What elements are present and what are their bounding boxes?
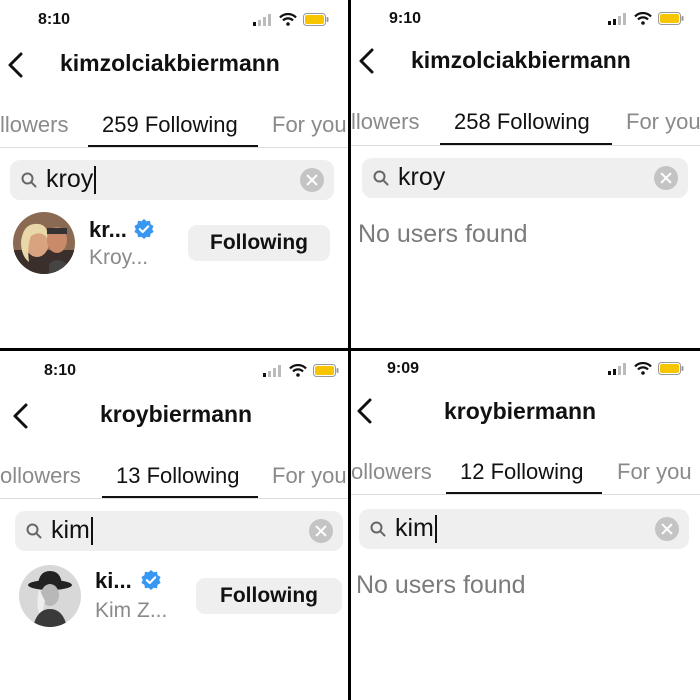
tab-divider — [351, 494, 700, 495]
search-icon — [370, 521, 386, 537]
status-bar: 9:10 — [351, 0, 700, 40]
profile-title: kroybiermann — [100, 401, 253, 427]
search-icon — [21, 172, 37, 188]
result-fullname: Kim Z... — [95, 599, 168, 622]
back-chevron-icon[interactable] — [4, 50, 28, 80]
status-time: 9:09 — [387, 360, 420, 377]
result-username[interactable]: kr... — [89, 217, 127, 243]
back-chevron-icon[interactable] — [353, 396, 377, 426]
search-input[interactable]: kim — [395, 514, 437, 543]
wifi-icon — [279, 13, 297, 26]
tab-divider — [0, 147, 348, 148]
tab-for-you[interactable]: For you — [626, 109, 700, 135]
search-input[interactable]: kroy — [46, 165, 97, 194]
panel-2: 9:10 kimzolciakbiermann llowers 258 Foll… — [351, 0, 700, 348]
clear-icon[interactable] — [300, 168, 324, 192]
profile-title: kimzolciakbiermann — [60, 50, 280, 76]
search-bar[interactable]: kroy — [362, 158, 688, 198]
tab-followers[interactable]: llowers — [0, 112, 68, 138]
tab-divider — [0, 498, 348, 499]
panel-4: 9:09 kroybiermann ollowers 12 Following … — [351, 351, 700, 700]
tab-following[interactable]: 259 Following — [102, 112, 238, 138]
search-query: kroy — [398, 163, 446, 191]
profile-title: kroybiermann — [444, 398, 597, 424]
following-button[interactable]: Following — [188, 225, 330, 261]
avatar[interactable] — [19, 565, 81, 627]
back-chevron-icon[interactable] — [9, 401, 33, 431]
clear-icon[interactable] — [655, 517, 679, 541]
text-cursor — [94, 165, 97, 194]
following-button[interactable]: Following — [196, 578, 342, 614]
tab-following[interactable]: 258 Following — [454, 109, 590, 135]
signal-icon — [608, 12, 626, 25]
tab-following[interactable]: 13 Following — [116, 463, 240, 489]
status-time: 8:10 — [44, 362, 77, 379]
battery-icon — [313, 364, 339, 377]
search-query: kim — [51, 516, 90, 544]
result-fullname: Kroy... — [89, 246, 149, 269]
text-cursor — [434, 514, 437, 543]
status-bar: 8:10 — [0, 351, 348, 391]
clear-icon[interactable] — [309, 519, 333, 543]
status-time: 9:10 — [389, 10, 422, 27]
panel-1: 8:10 kimzolciakbiermann llowers 259 Foll… — [0, 0, 348, 348]
wifi-icon — [634, 12, 652, 25]
signal-icon — [263, 364, 281, 377]
tab-divider — [351, 145, 700, 146]
empty-state-message: No users found — [356, 571, 526, 599]
tab-for-you[interactable]: For you — [617, 459, 692, 485]
text-cursor — [90, 516, 93, 545]
search-input[interactable]: kim — [51, 516, 93, 545]
profile-title: kimzolciakbiermann — [411, 47, 631, 73]
back-chevron-icon[interactable] — [355, 46, 379, 76]
battery-icon — [303, 13, 329, 26]
search-query: kim — [395, 514, 434, 542]
avatar[interactable] — [13, 212, 75, 274]
status-bar: 9:09 — [351, 351, 700, 391]
tab-followers[interactable]: llowers — [351, 109, 419, 135]
empty-state-message: No users found — [358, 220, 528, 248]
battery-icon — [658, 12, 684, 25]
result-username[interactable]: ki... — [95, 568, 132, 594]
search-query: kroy — [46, 165, 94, 193]
battery-icon — [658, 362, 684, 375]
clear-icon[interactable] — [654, 166, 678, 190]
verified-badge-icon — [141, 570, 161, 590]
search-bar[interactable]: kroy — [10, 160, 334, 200]
tab-followers[interactable]: ollowers — [0, 463, 81, 489]
tab-following[interactable]: 12 Following — [460, 459, 584, 485]
wifi-icon — [289, 364, 307, 377]
search-icon — [373, 170, 389, 186]
signal-icon — [608, 362, 626, 375]
search-icon — [26, 523, 42, 539]
search-bar[interactable]: kim — [359, 509, 689, 549]
signal-icon — [253, 13, 271, 26]
tab-for-you[interactable]: For you — [272, 112, 347, 138]
wifi-icon — [634, 362, 652, 375]
search-input[interactable]: kroy — [398, 163, 445, 192]
status-bar: 8:10 — [0, 0, 348, 40]
status-time: 8:10 — [38, 11, 71, 28]
verified-badge-icon — [134, 219, 154, 239]
tab-followers[interactable]: ollowers — [351, 459, 432, 485]
search-bar[interactable]: kim — [15, 511, 343, 551]
tab-for-you[interactable]: For you — [272, 463, 347, 489]
panel-3: 8:10 kroybiermann ollowers 13 Following … — [0, 351, 348, 700]
